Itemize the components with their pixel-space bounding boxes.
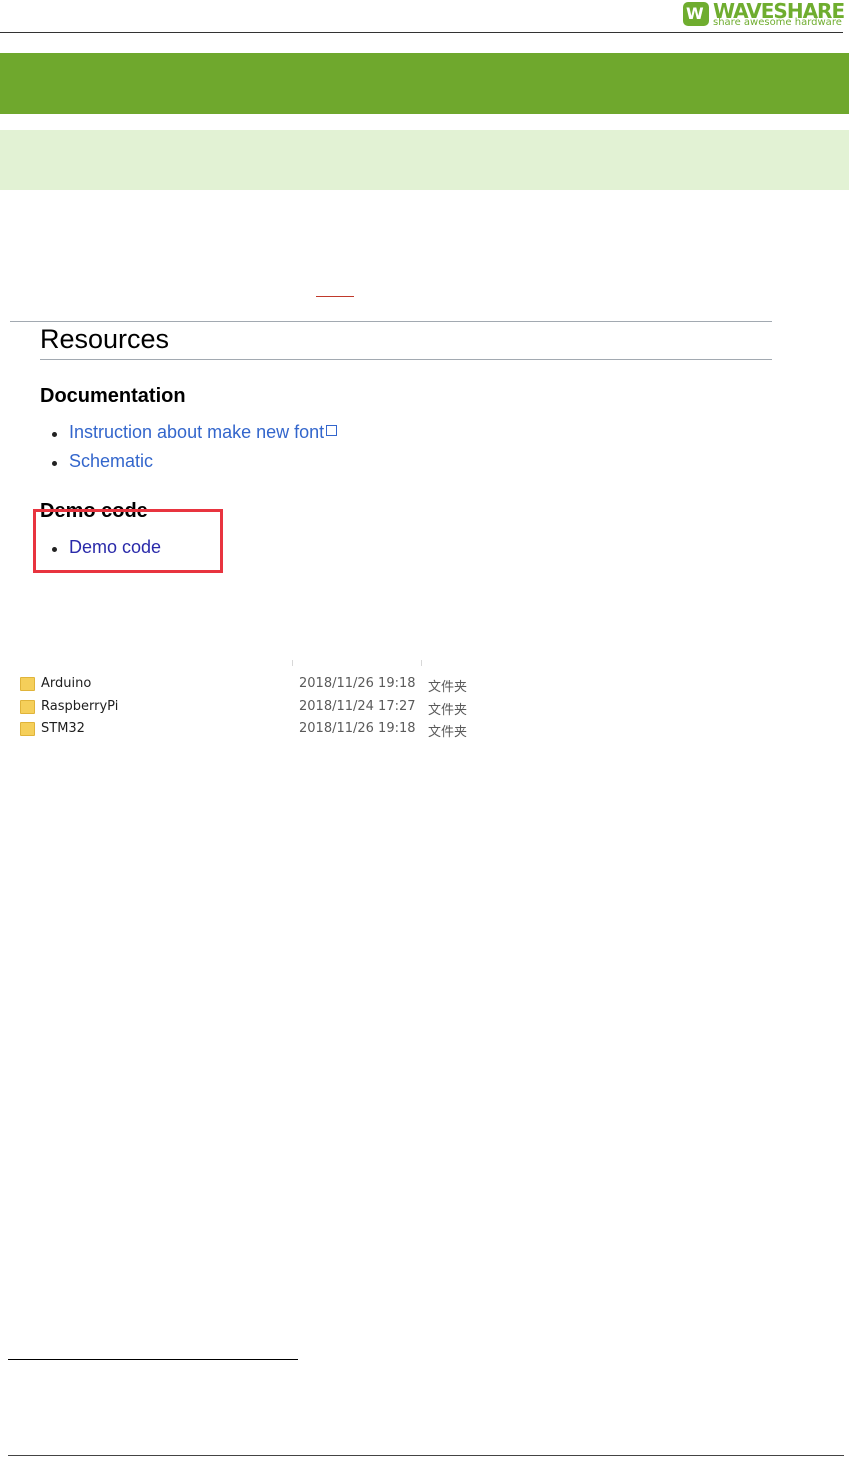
folder-icon bbox=[20, 700, 35, 714]
file-type: 文件夹 bbox=[428, 680, 468, 695]
header-divider bbox=[0, 32, 843, 33]
instruction-font-link[interactable]: Instruction about make new font bbox=[69, 422, 338, 443]
documentation-heading: Documentation bbox=[40, 385, 186, 407]
resources-heading-divider bbox=[40, 359, 772, 360]
file-type: 文件夹 bbox=[428, 725, 468, 740]
folder-icon bbox=[20, 677, 35, 691]
file-modified: 2018/11/26 19:18 bbox=[299, 676, 416, 691]
file-modified: 2018/11/26 19:18 bbox=[299, 721, 416, 736]
file-row[interactable]: STM32 2018/11/26 19:18 文件夹 bbox=[20, 719, 480, 741]
inline-link-underline[interactable] bbox=[316, 296, 354, 297]
screenshot-top-border bbox=[10, 321, 772, 322]
waveshare-logo-icon bbox=[683, 2, 709, 26]
schematic-link[interactable]: Schematic bbox=[69, 451, 153, 472]
bullet-icon bbox=[52, 461, 57, 466]
bullet-icon bbox=[52, 432, 57, 437]
section-title-bar bbox=[0, 53, 849, 114]
file-name: RaspberryPi bbox=[41, 699, 119, 714]
column-separator bbox=[292, 660, 293, 666]
wiki-resources-screenshot: Resources Documentation Instruction abou… bbox=[10, 321, 772, 591]
footnote-divider bbox=[8, 1359, 298, 1360]
subsection-title-bar bbox=[0, 130, 849, 190]
folder-icon bbox=[20, 722, 35, 736]
file-type: 文件夹 bbox=[428, 703, 468, 718]
external-link-icon bbox=[326, 425, 338, 436]
footer-divider bbox=[8, 1455, 844, 1456]
file-row[interactable]: Arduino 2018/11/26 19:18 文件夹 bbox=[20, 674, 480, 696]
file-name: Arduino bbox=[41, 676, 92, 691]
waveshare-logo: WAVESHARE share awesome hardware bbox=[683, 0, 845, 30]
file-row[interactable]: RaspberryPi 2018/11/24 17:27 文件夹 bbox=[20, 697, 480, 719]
resources-heading: Resources bbox=[40, 324, 170, 354]
column-separator bbox=[421, 660, 422, 666]
highlight-box bbox=[33, 509, 223, 573]
file-modified: 2018/11/24 17:27 bbox=[299, 699, 416, 714]
logo-tagline: share awesome hardware bbox=[713, 17, 842, 28]
file-name: STM32 bbox=[41, 721, 85, 736]
